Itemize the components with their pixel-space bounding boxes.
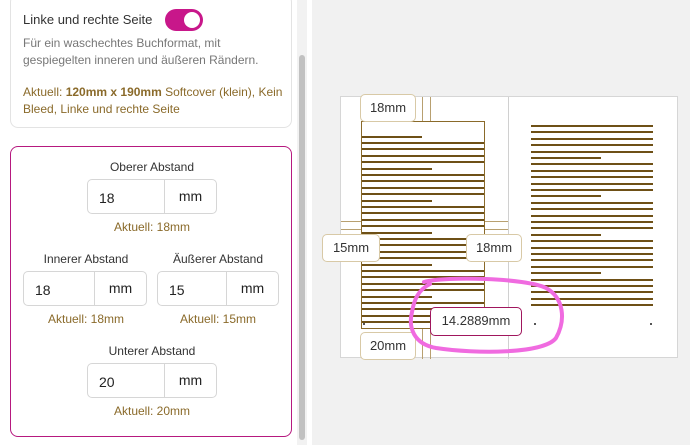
text-line <box>531 221 653 223</box>
text-line <box>362 186 484 189</box>
text-line <box>531 253 653 255</box>
bottom-margin-unit: mm <box>164 364 216 397</box>
text-line <box>531 259 653 262</box>
inner-margin-label: Innerer Abstand <box>43 252 129 266</box>
text-line <box>362 161 484 164</box>
outer-margin-guide <box>341 221 361 222</box>
top-margin-label: Oberer Abstand <box>109 160 195 174</box>
text-line <box>531 272 601 275</box>
text-line <box>531 125 653 127</box>
inner-margin-input[interactable]: 18 mm <box>23 271 147 306</box>
text-line <box>531 227 653 230</box>
text-line <box>531 246 653 249</box>
mirror-pages-row: Linke und rechte Seite <box>23 9 283 33</box>
top-margin-value: 18 <box>99 190 115 206</box>
text-line <box>531 144 653 147</box>
page-number-dot <box>363 323 365 325</box>
text-line <box>362 263 432 266</box>
text-line <box>362 225 484 228</box>
outer-margin-label: Äußerer Abstand <box>172 252 264 266</box>
outer-margin-guide <box>341 229 361 230</box>
settings-panel: Linke und rechte Seite Für ein waschecht… <box>0 0 312 445</box>
inner-margin-guide <box>485 229 508 230</box>
bottom-margin-input[interactable]: 20 mm <box>87 363 217 398</box>
text-line <box>531 137 653 140</box>
mirror-pages-toggle[interactable] <box>165 9 203 31</box>
outer-margin-current: Aktuell: 15mm <box>179 312 257 326</box>
inner-margin-current: Aktuell: 18mm <box>47 312 125 326</box>
bottom-margin-label: Unterer Abstand <box>108 344 196 358</box>
inner-margin-guide <box>485 221 508 222</box>
text-line <box>531 189 653 191</box>
top-margin-guide <box>430 97 431 121</box>
text-line <box>362 148 484 151</box>
text-line <box>362 218 484 221</box>
text-line <box>531 131 653 134</box>
outer-margin-chip: 15mm <box>322 234 380 262</box>
margins-card: Oberer Abstand 18 mm Aktuell: 18mm Inner… <box>10 146 292 437</box>
text-line <box>531 157 601 159</box>
top-margin-unit: mm <box>164 180 216 213</box>
inner-margin-chip: 18mm <box>466 234 522 262</box>
text-line <box>531 195 601 198</box>
bottom-margin-value: 20 <box>99 374 115 390</box>
outer-margin-value: 15 <box>169 282 185 298</box>
inner-margin-value: 18 <box>35 282 51 298</box>
text-line <box>531 240 653 243</box>
top-margin-guide <box>422 97 423 121</box>
page-layout-card: Linke und rechte Seite Für ein waschecht… <box>10 0 292 128</box>
text-line <box>362 199 432 202</box>
outer-margin-input[interactable]: 15 mm <box>157 271 279 306</box>
text-line <box>362 142 484 144</box>
text-line <box>531 233 601 236</box>
text-line <box>362 270 484 272</box>
current-format-info: Aktuell: 120mm x 190mm Softcover (klein)… <box>23 84 289 118</box>
text-line <box>362 212 484 215</box>
text-line <box>531 150 653 153</box>
layout-description: Für ein waschechtes Buchformat, mit gesp… <box>23 36 259 67</box>
inner-margin-unit: mm <box>94 272 146 305</box>
text-line <box>362 154 484 157</box>
text-line <box>531 201 653 204</box>
page-preview-area: 18mm 15mm 18mm 20mm 14.2889mm <box>312 0 690 445</box>
text-line <box>362 180 484 183</box>
current-format-prefix: Aktuell: <box>23 85 66 99</box>
text-line <box>531 265 653 268</box>
text-line <box>362 167 432 170</box>
annotation-circle <box>408 276 564 354</box>
mirror-pages-label: Linke und rechte Seite <box>23 12 153 27</box>
text-line <box>531 169 653 172</box>
top-margin-current: Aktuell: 18mm <box>113 220 191 234</box>
text-line <box>531 208 653 211</box>
text-line <box>362 174 484 176</box>
outer-margin-unit: mm <box>226 272 278 305</box>
text-line <box>531 182 653 185</box>
text-line <box>362 193 484 196</box>
top-margin-chip: 18mm <box>360 94 416 122</box>
current-format-size: 120mm x 190mm <box>65 85 162 99</box>
text-line <box>531 163 653 166</box>
page-number-dot <box>650 323 652 325</box>
text-line <box>362 206 484 208</box>
heading-line <box>362 136 422 138</box>
text-line <box>531 214 653 217</box>
scrollbar-thumb[interactable] <box>299 55 305 440</box>
text-line <box>531 176 653 179</box>
bottom-margin-current: Aktuell: 20mm <box>113 404 191 418</box>
top-margin-input[interactable]: 18 mm <box>87 179 217 214</box>
toggle-knob <box>184 12 200 28</box>
